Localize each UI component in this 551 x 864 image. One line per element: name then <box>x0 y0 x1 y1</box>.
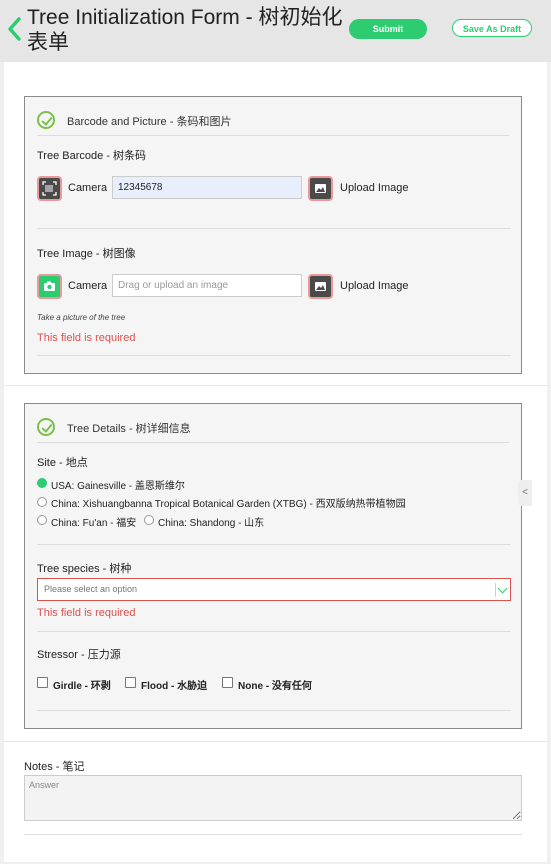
site-option-gainesville[interactable]: USA: Gainesville - 盖恩斯维尔 <box>51 477 185 492</box>
barcode-panel-title: Barcode and Picture - 条码和图片 <box>67 116 232 128</box>
notes-textarea[interactable] <box>24 775 522 821</box>
tree-image-label: Tree Image - 树图像 <box>37 248 136 260</box>
divider <box>37 631 511 632</box>
save-draft-button[interactable]: Save As Draft <box>452 19 532 37</box>
stressor-option-none[interactable]: None - 没有任何 <box>238 677 312 692</box>
site-radio-shandong[interactable] <box>144 515 154 525</box>
divider <box>24 834 522 835</box>
site-radio-fuan[interactable] <box>37 515 47 525</box>
page-title: Tree Initialization Form - 树初始化表单 <box>27 6 343 54</box>
site-label: Site - 地点 <box>37 457 88 469</box>
image-camera-button[interactable] <box>37 274 62 299</box>
submit-button[interactable]: Submit <box>349 19 427 39</box>
camera-icon <box>44 281 55 291</box>
image-error: This field is required <box>37 332 136 344</box>
species-placeholder: Please select an option <box>44 584 138 594</box>
side-collapse-tab[interactable]: < <box>518 480 532 506</box>
stressor-label: Stressor - 压力源 <box>37 649 121 661</box>
divider <box>37 355 511 356</box>
barcode-upload-button[interactable] <box>308 176 333 201</box>
barcode-scan-icon <box>42 181 57 196</box>
divider <box>37 228 511 229</box>
tree-details-panel: Tree Details - 树详细信息 Site - 地点 USA: Gain… <box>24 403 522 729</box>
barcode-input[interactable]: 12345678 <box>112 176 302 199</box>
stressor-checkbox-none[interactable] <box>222 677 233 688</box>
barcode-picture-panel: Barcode and Picture - 条码和图片 Tree Barcode… <box>24 96 522 374</box>
site-radio-gainesville[interactable] <box>37 478 47 488</box>
species-label: Tree species - 树种 <box>37 563 132 575</box>
image-upload-label[interactable]: Upload Image <box>340 280 409 292</box>
image-icon <box>315 184 326 193</box>
image-camera-label[interactable]: Camera <box>68 280 107 292</box>
stressor-checkbox-flood[interactable] <box>125 677 136 688</box>
stressor-checkbox-girdle[interactable] <box>37 677 48 688</box>
site-radio-xtbg[interactable] <box>37 497 47 507</box>
species-error: This field is required <box>37 607 136 619</box>
select-separator <box>495 583 496 597</box>
section-divider <box>4 741 547 742</box>
site-option-fuan[interactable]: China: Fu'an - 福安 <box>51 514 136 529</box>
image-icon <box>315 282 326 291</box>
header-bar: Tree Initialization Form - 树初始化表单 Submit… <box>0 0 551 62</box>
image-dropzone[interactable]: Drag or upload an image <box>112 274 302 297</box>
check-circle-icon <box>37 418 55 436</box>
barcode-panel-header: Barcode and Picture - 条码和图片 <box>37 109 509 136</box>
image-hint: Take a picture of the tree <box>37 313 126 322</box>
species-select[interactable]: Please select an option <box>37 578 511 601</box>
image-upload-button[interactable] <box>308 274 333 299</box>
barcode-camera-label[interactable]: Camera <box>68 182 107 194</box>
barcode-scan-button[interactable] <box>37 176 62 201</box>
tree-barcode-label: Tree Barcode - 树条码 <box>37 150 147 162</box>
site-option-xtbg[interactable]: China: Xishuangbanna Tropical Botanical … <box>51 495 406 510</box>
stressor-option-girdle[interactable]: Girdle - 环剥 <box>53 677 111 692</box>
tree-panel-title: Tree Details - 树详细信息 <box>67 423 191 435</box>
notes-label: Notes - 笔记 <box>24 761 85 773</box>
divider <box>37 710 511 711</box>
site-option-shandong[interactable]: China: Shandong - 山东 <box>158 514 264 529</box>
divider <box>37 544 511 545</box>
section-divider <box>4 385 547 386</box>
check-circle-icon <box>37 111 55 129</box>
chevron-down-icon[interactable] <box>497 583 508 594</box>
tree-panel-header: Tree Details - 树详细信息 <box>37 416 509 443</box>
barcode-upload-label[interactable]: Upload Image <box>340 182 409 194</box>
stressor-option-flood[interactable]: Flood - 水胁迫 <box>141 677 207 692</box>
back-chevron-icon[interactable] <box>6 16 22 42</box>
